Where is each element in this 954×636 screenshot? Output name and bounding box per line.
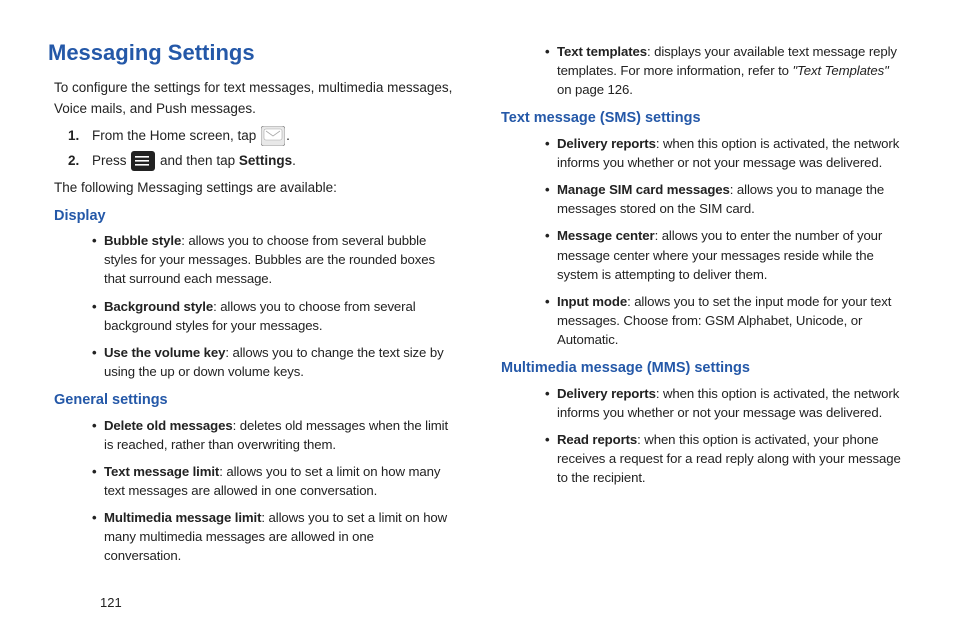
list-item: Input mode: allows you to set the input … (557, 292, 906, 349)
list-item: Background style: allows you to choose f… (104, 297, 453, 335)
page-title: Messaging Settings (48, 36, 453, 70)
menu-key-icon (131, 151, 155, 171)
section-mms-heading: Multimedia message (MMS) settings (501, 357, 906, 379)
step-1-text: From the Home screen, tap . (92, 126, 290, 147)
cross-reference: "Text Templates" (792, 63, 888, 78)
list-item: Read reports: when this option is activa… (557, 430, 906, 487)
list-item: Delivery reports: when this option is ac… (557, 384, 906, 422)
page-number: 121 (100, 595, 122, 610)
messaging-app-icon (261, 126, 285, 146)
list-item: Manage SIM card messages: allows you to … (557, 180, 906, 218)
step-2-text: Press and then tap Settings. (92, 151, 296, 172)
step-1-number: 1. (68, 126, 92, 147)
list-item: Bubble style: allows you to choose from … (104, 231, 453, 288)
list-item: Delete old messages: deletes old message… (104, 416, 453, 454)
list-item: Text templates: displays your available … (557, 42, 906, 99)
section-general-heading: General settings (54, 389, 453, 411)
step-2-number: 2. (68, 151, 92, 172)
list-item: Message center: allows you to enter the … (557, 226, 906, 283)
section-display-heading: Display (54, 205, 453, 227)
section-sms-heading: Text message (SMS) settings (501, 107, 906, 129)
list-item: Text message limit: allows you to set a … (104, 462, 453, 500)
list-item: Multimedia message limit: allows you to … (104, 508, 453, 565)
list-item: Delivery reports: when this option is ac… (557, 134, 906, 172)
step-2: 2. Press and then tap Settings. (68, 151, 453, 172)
list-item: Use the volume key: allows you to change… (104, 343, 453, 381)
intro-text: To configure the settings for text messa… (54, 78, 453, 120)
step-1: 1. From the Home screen, tap . (68, 126, 453, 147)
availability-text: The following Messaging settings are ava… (54, 178, 453, 199)
